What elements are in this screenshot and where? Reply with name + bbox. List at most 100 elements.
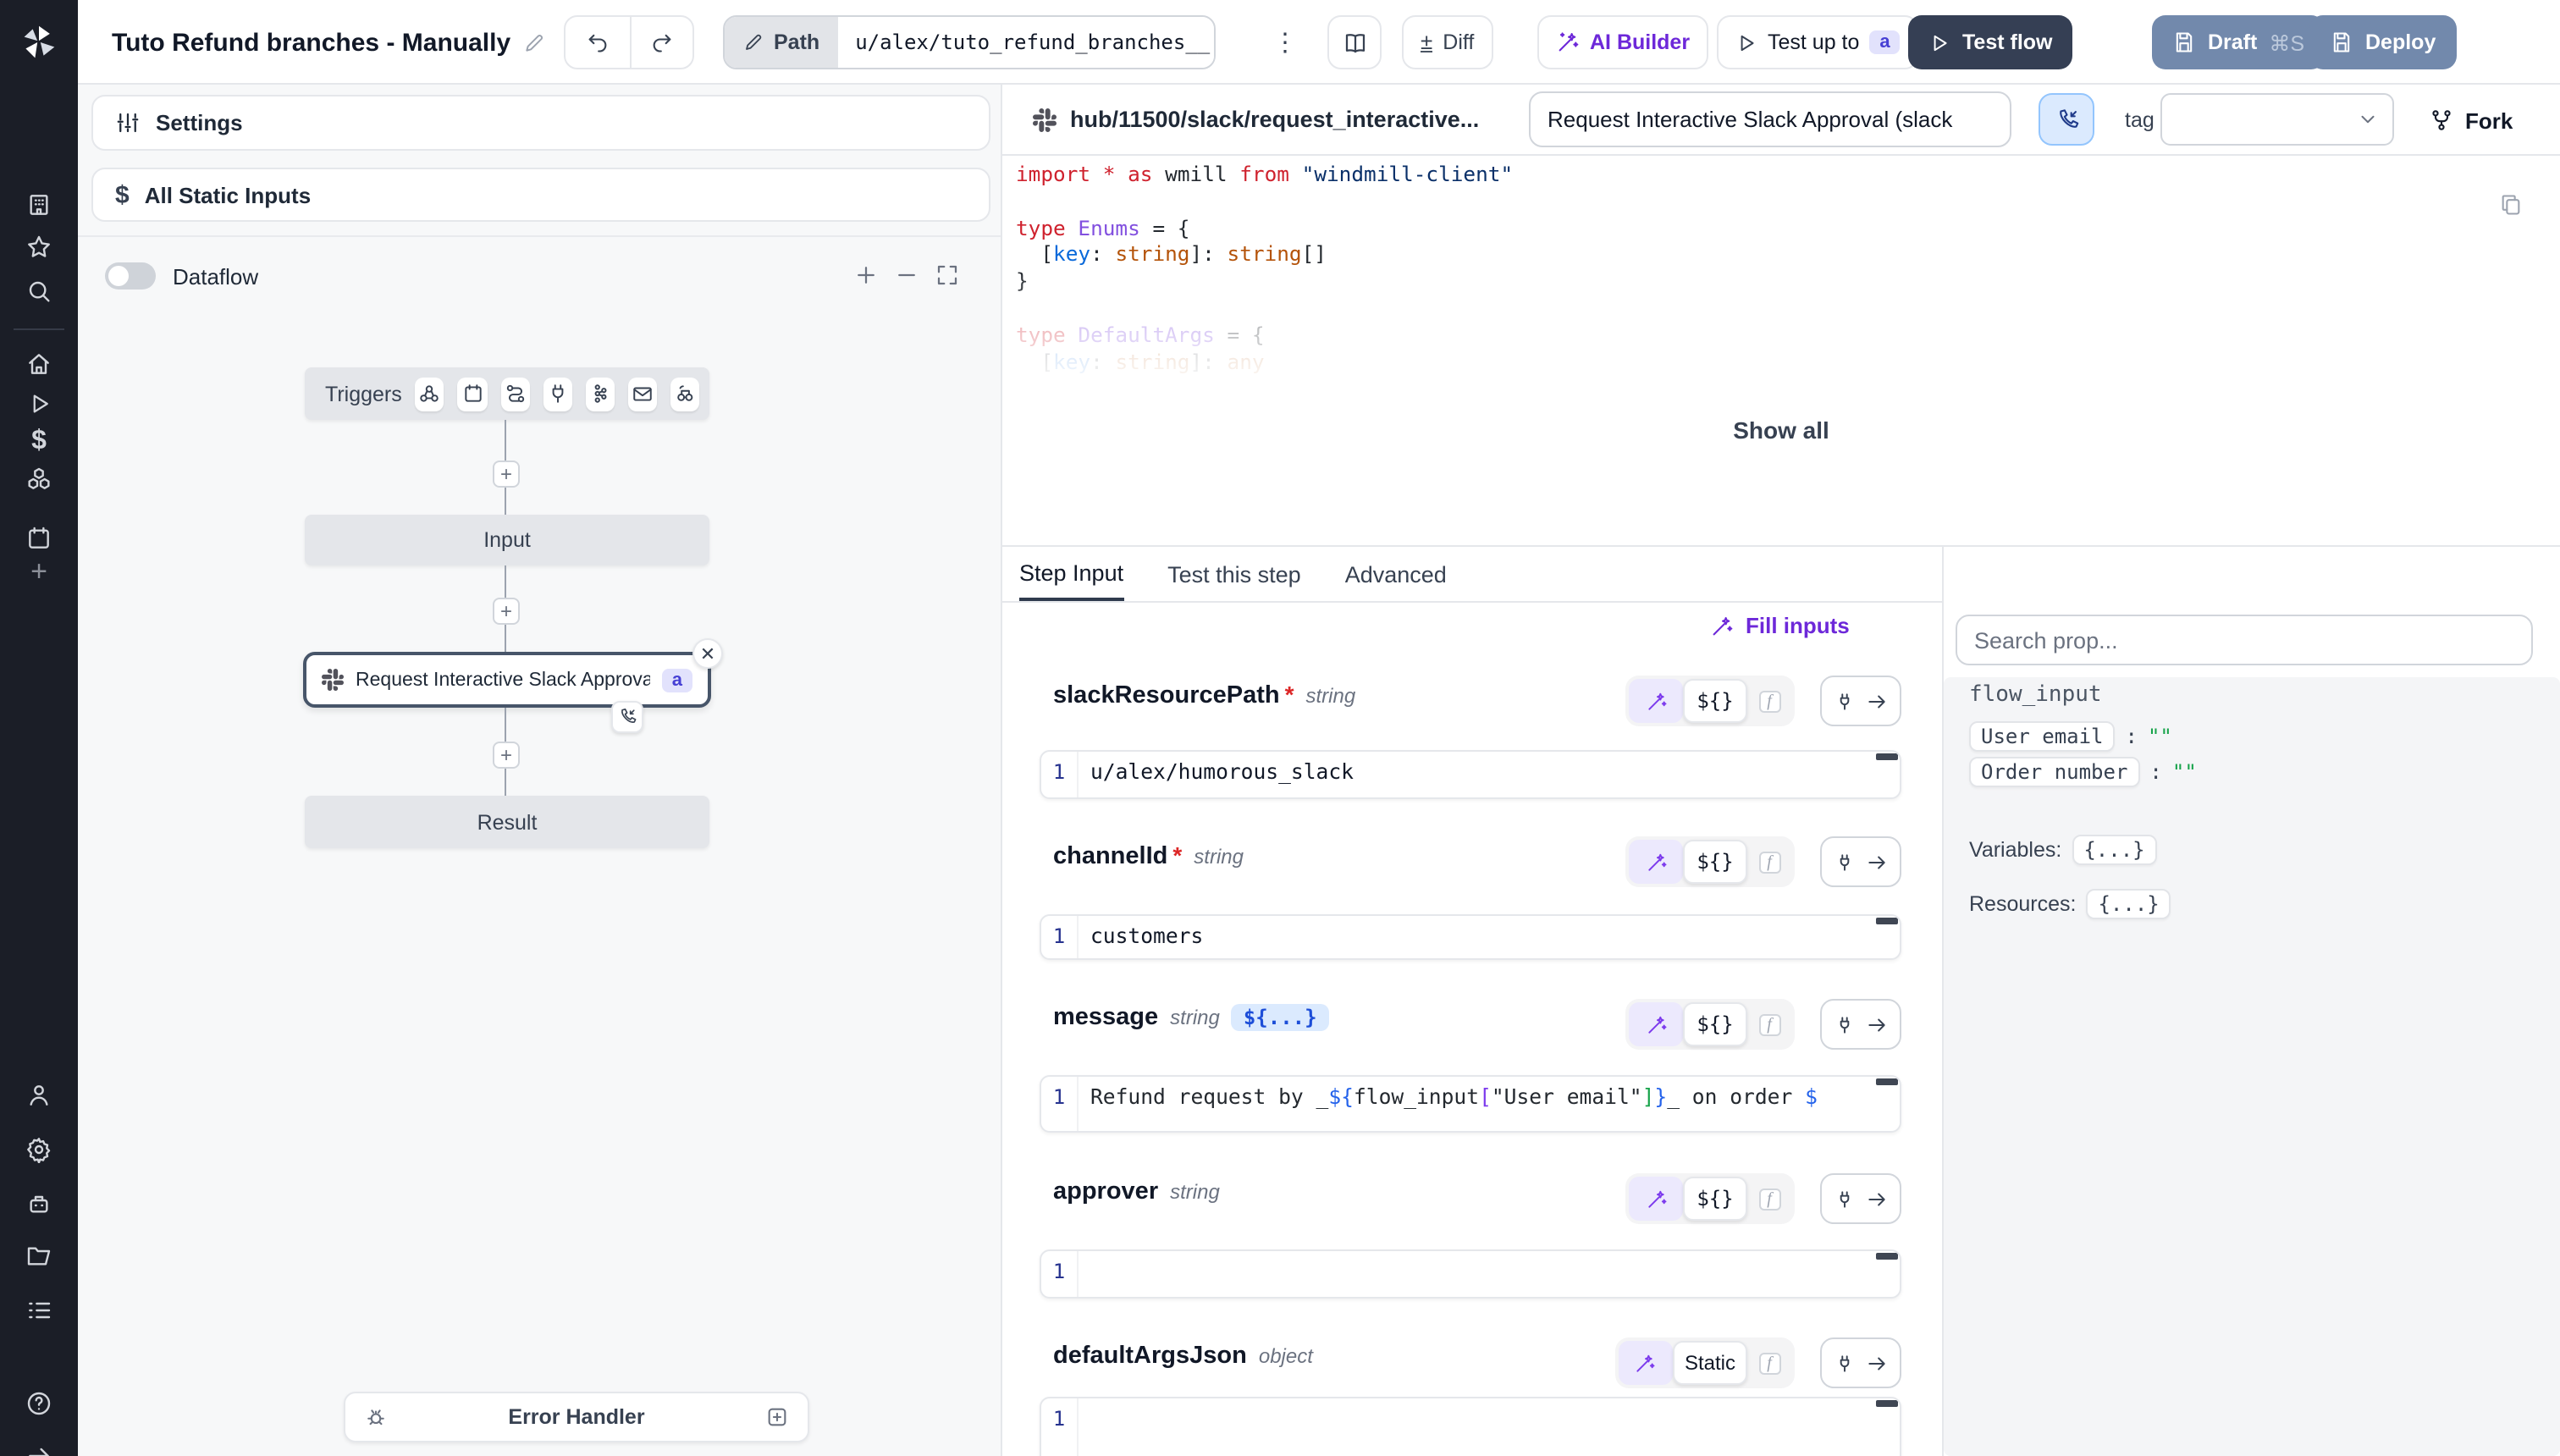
slack-approval-node[interactable]: Request Interactive Slack Approval (... … xyxy=(303,652,711,708)
fit-view-icon[interactable] xyxy=(935,262,960,288)
tab-test-this-step[interactable]: Test this step xyxy=(1167,547,1301,601)
draft-button[interactable]: Draft ⌘S xyxy=(2152,15,2325,69)
hub-script-path[interactable]: hub/11500/slack/request_interactive... xyxy=(1070,85,1479,156)
ai-fill-button[interactable] xyxy=(1629,1002,1683,1046)
deploy-button[interactable]: Deploy xyxy=(2309,15,2456,69)
resources-row[interactable]: Resources: {...} xyxy=(1969,889,2171,919)
more-options-button[interactable]: ⋮ xyxy=(1266,15,1304,69)
test-flow-button[interactable]: Test flow xyxy=(1908,15,2073,69)
function-mode-button[interactable]: f xyxy=(1747,1188,1791,1210)
email-icon[interactable] xyxy=(628,377,657,411)
plus-square-icon[interactable] xyxy=(765,1405,789,1429)
pencil-icon xyxy=(743,32,764,52)
diff-button[interactable]: ± Diff xyxy=(1402,15,1492,69)
function-mode-button[interactable]: f xyxy=(1747,1352,1791,1374)
sidebar-item-favorites[interactable] xyxy=(24,232,54,262)
prop-row-user-email[interactable]: User email : "" xyxy=(1969,721,2172,752)
websocket-icon[interactable] xyxy=(543,377,571,411)
prop-key[interactable]: User email xyxy=(1969,721,2116,752)
schedule-icon[interactable] xyxy=(458,377,487,411)
value-editor[interactable]: 1 Refund request by _${flow_input["User … xyxy=(1040,1075,1901,1133)
function-mode-button[interactable]: f xyxy=(1747,1013,1791,1035)
connect-input-button[interactable] xyxy=(1820,676,1901,726)
input-node[interactable]: Input xyxy=(305,515,709,565)
zoom-out-icon[interactable] xyxy=(894,262,919,288)
sidebar-item-search[interactable] xyxy=(24,276,54,306)
show-all-button[interactable]: Show all xyxy=(1002,416,2560,444)
kafka-icon[interactable] xyxy=(586,377,615,411)
connect-input-button[interactable] xyxy=(1820,836,1901,887)
path-input[interactable]: u/alex/tuto_refund_branches__ xyxy=(838,17,1214,68)
template-mode-button[interactable]: ${} xyxy=(1683,840,1747,884)
insert-step-button[interactable]: + xyxy=(493,598,520,625)
prop-key[interactable]: Order number xyxy=(1969,757,2139,787)
webhook-icon[interactable] xyxy=(416,377,444,411)
search-prop-input[interactable] xyxy=(1956,615,2533,665)
app-logo[interactable] xyxy=(0,0,78,85)
sidebar-item-schedules[interactable] xyxy=(24,523,54,554)
sidebar-item-workspace[interactable] xyxy=(24,190,54,220)
prop-row-order-number[interactable]: Order number : "" xyxy=(1969,757,2197,787)
sidebar-item-logs[interactable] xyxy=(24,1295,54,1326)
fork-button[interactable]: Fork xyxy=(2430,85,2513,156)
value-editor[interactable]: 1 customers xyxy=(1040,914,1901,960)
help-button[interactable] xyxy=(24,1388,54,1419)
suspend-approval-button[interactable] xyxy=(2039,93,2094,146)
poll-icon[interactable] xyxy=(670,377,699,411)
collapse-rail-button[interactable] xyxy=(24,1441,54,1456)
edit-title-icon[interactable] xyxy=(522,31,544,53)
value-editor[interactable]: 1 xyxy=(1040,1249,1901,1299)
value-editor[interactable]: 1 u/alex/humorous_slack xyxy=(1040,750,1901,799)
result-node[interactable]: Result xyxy=(305,796,709,848)
insert-step-button[interactable]: + xyxy=(493,742,520,769)
triggers-node[interactable]: Triggers xyxy=(305,367,709,420)
all-static-inputs-button[interactable]: $ All Static Inputs xyxy=(91,168,990,222)
copy-code-icon[interactable] xyxy=(2499,193,2523,217)
flow-settings-button[interactable]: Settings xyxy=(91,95,990,151)
resources-expand[interactable]: {...} xyxy=(2086,889,2171,919)
connect-input-button[interactable] xyxy=(1820,1337,1901,1388)
variables-row[interactable]: Variables: {...} xyxy=(1969,835,2157,865)
sidebar-item-settings[interactable] xyxy=(24,1134,54,1165)
sidebar-item-home[interactable] xyxy=(24,349,54,379)
route-icon[interactable] xyxy=(500,377,529,411)
tab-advanced[interactable]: Advanced xyxy=(1345,547,1447,601)
error-handler-node[interactable]: Error Handler xyxy=(344,1392,809,1442)
sidebar-item-resources[interactable] xyxy=(24,464,54,494)
function-mode-button[interactable]: f xyxy=(1747,690,1791,712)
docs-button[interactable] xyxy=(1327,15,1382,69)
ai-fill-button[interactable] xyxy=(1619,1341,1673,1385)
value-editor[interactable]: 1 xyxy=(1040,1397,1901,1456)
step-name-input[interactable] xyxy=(1529,91,2011,147)
tab-step-input[interactable]: Step Input xyxy=(1019,547,1123,601)
connect-input-button[interactable] xyxy=(1820,1173,1901,1224)
sidebar-item-workers[interactable] xyxy=(24,1189,54,1219)
dataflow-toggle[interactable] xyxy=(105,262,156,290)
undo-button[interactable] xyxy=(566,17,629,68)
tag-select[interactable] xyxy=(2160,93,2394,146)
template-mode-button[interactable]: ${} xyxy=(1683,679,1747,723)
fill-inputs-button[interactable]: Fill inputs xyxy=(1710,613,1896,638)
connect-input-button[interactable] xyxy=(1820,999,1901,1050)
template-mode-button[interactable]: ${} xyxy=(1683,1002,1747,1046)
flow-input-root[interactable]: flow_input xyxy=(1969,682,2102,708)
remove-step-button[interactable]: ✕ xyxy=(692,638,723,669)
sidebar-item-add[interactable]: + xyxy=(24,557,54,587)
template-mode-button[interactable]: ${} xyxy=(1683,1177,1747,1221)
insert-step-button[interactable]: + xyxy=(493,461,520,488)
ai-builder-button[interactable]: AI Builder xyxy=(1537,15,1708,69)
ai-fill-button[interactable] xyxy=(1629,840,1683,884)
static-mode-button[interactable]: Static xyxy=(1673,1341,1747,1385)
ai-fill-button[interactable] xyxy=(1629,679,1683,723)
zoom-in-icon[interactable] xyxy=(853,262,879,288)
path-field[interactable]: Path u/alex/tuto_refund_branches__ xyxy=(723,15,1216,69)
sidebar-item-variables[interactable]: $ xyxy=(24,427,54,457)
sidebar-item-runs[interactable] xyxy=(24,388,54,418)
sidebar-item-users[interactable] xyxy=(24,1080,54,1111)
ai-fill-button[interactable] xyxy=(1629,1177,1683,1221)
sidebar-item-folders[interactable] xyxy=(24,1241,54,1271)
redo-button[interactable] xyxy=(629,17,692,68)
variables-expand[interactable]: {...} xyxy=(2072,835,2156,865)
test-up-to-button[interactable]: Test up to a xyxy=(1717,15,1919,69)
function-mode-button[interactable]: f xyxy=(1747,851,1791,873)
